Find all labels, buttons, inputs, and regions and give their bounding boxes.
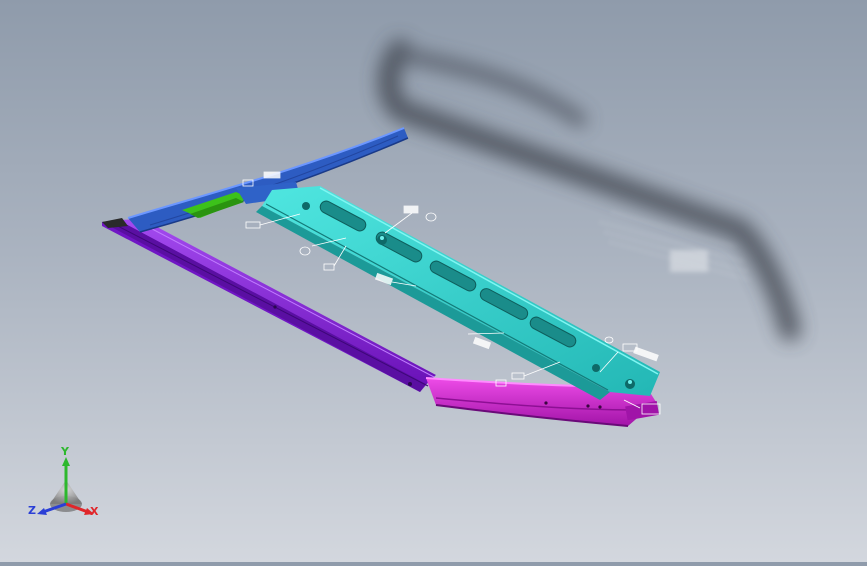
model-canvas[interactable] — [0, 0, 867, 562]
center-rail[interactable] — [256, 186, 660, 400]
triad-z-label: Z — [28, 504, 36, 517]
triad-x-label: X — [90, 505, 99, 518]
coordinate-triad: Y X Z — [28, 445, 106, 524]
triad-y-label: Y — [61, 445, 69, 458]
3d-viewport[interactable] — [0, 0, 867, 562]
